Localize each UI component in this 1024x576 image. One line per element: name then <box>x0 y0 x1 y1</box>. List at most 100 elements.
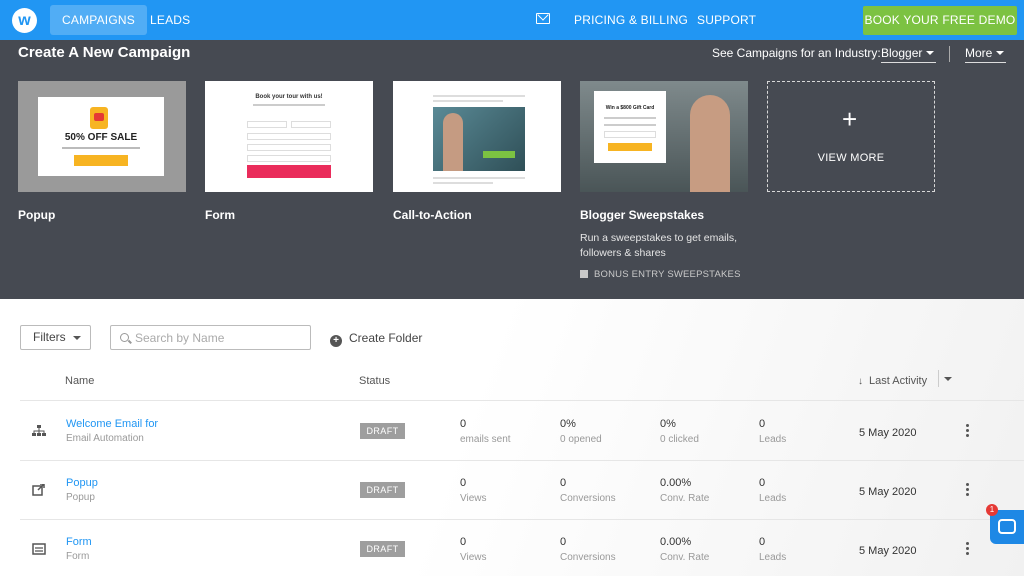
form-preview-title: Book your tour with us! <box>255 94 323 100</box>
template-card-form[interactable]: Book your tour with us! <box>205 81 373 192</box>
form-preview-field <box>247 144 331 151</box>
template-card-sweepstakes[interactable]: Win a $800 Gift Card <box>580 81 748 192</box>
sort-down-icon: ↓ <box>858 376 863 387</box>
divider <box>938 370 939 387</box>
last-activity-date: 5 May 2020 <box>859 545 917 557</box>
column-header-status[interactable]: Status <box>359 375 390 387</box>
template-label-form[interactable]: Form <box>205 208 235 222</box>
create-folder-label: Create Folder <box>349 331 423 345</box>
table-row[interactable]: Form Form DRAFT 0 Views 0 Conversions 0.00… <box>0 519 1024 576</box>
stat-views: 0 Views <box>460 477 487 504</box>
campaign-name-link[interactable]: Popup <box>66 477 98 489</box>
popup-preview-button <box>74 155 128 166</box>
sale-tag-icon <box>90 107 108 129</box>
popup-preview: 50% OFF SALE <box>38 97 164 176</box>
template-label-sweepstakes[interactable]: Blogger Sweepstakes <box>580 208 704 222</box>
book-demo-button[interactable]: BOOK YOUR FREE DEMO <box>863 6 1017 35</box>
logo[interactable]: w <box>12 8 37 33</box>
sitemap-icon <box>32 425 46 437</box>
template-description: Run a sweepstakes to get emails, followe… <box>580 232 737 259</box>
person-image <box>690 95 730 192</box>
column-header-name[interactable]: Name <box>65 375 94 387</box>
mail-icon[interactable] <box>536 13 550 24</box>
preview-line <box>433 100 503 102</box>
nav-leads[interactable]: LEADS <box>150 5 190 35</box>
chevron-down-icon <box>926 51 935 55</box>
industry-dropdown[interactable]: Blogger <box>881 46 937 63</box>
stat-conversions: 0 Conversions <box>560 536 616 563</box>
popup-preview-text: 50% OFF SALE <box>64 132 138 143</box>
table-row[interactable]: Welcome Email for Email Automation DRAFT… <box>0 401 1024 460</box>
stat-views: 0 Views <box>460 536 487 563</box>
table-row[interactable]: Popup Popup DRAFT 0 Views 0 Conversions 0.… <box>0 460 1024 519</box>
campaign-name-link[interactable]: Form <box>66 536 92 548</box>
plus-icon: + <box>842 104 858 134</box>
form-icon <box>32 543 46 555</box>
nav-pricing-billing[interactable]: PRICING & BILLING <box>574 5 688 35</box>
status-badge: DRAFT <box>360 541 405 557</box>
preview-line <box>433 182 493 184</box>
stat-opened: 0% 0 opened <box>560 418 602 445</box>
more-options-icon[interactable] <box>966 542 970 556</box>
industry-label: See Campaigns for an Industry: <box>712 46 881 60</box>
external-link-icon <box>32 483 46 496</box>
stat-conv-rate: 0.00% Conv. Rate <box>660 477 710 504</box>
top-navigation: w CAMPAIGNS LEADS PRICING & BILLING SUPP… <box>0 0 1024 40</box>
last-activity-date: 5 May 2020 <box>859 427 917 439</box>
status-badge: DRAFT <box>360 423 405 439</box>
create-folder-button[interactable]: + Create Folder <box>330 330 423 347</box>
cta-preview-image <box>433 107 525 171</box>
more-options-icon[interactable] <box>966 424 970 438</box>
more-dropdown[interactable]: More <box>965 46 1007 63</box>
stat-leads: 0 Leads <box>759 418 787 445</box>
template-label-popup[interactable]: Popup <box>18 208 55 222</box>
template-card-popup[interactable]: 50% OFF SALE <box>18 81 186 192</box>
form-preview-field <box>247 121 287 128</box>
person-image <box>443 113 463 171</box>
form-preview-field <box>247 133 331 140</box>
industry-value: Blogger <box>881 46 923 60</box>
preview-line <box>604 124 656 126</box>
cta-preview-button <box>483 151 515 158</box>
sweepstakes-preview-button <box>608 143 652 151</box>
form-preview-button <box>247 165 331 178</box>
last-activity-date: 5 May 2020 <box>859 486 917 498</box>
chat-icon <box>998 519 1016 534</box>
view-more-label: VIEW MORE <box>817 152 885 164</box>
plus-circle-icon: + <box>330 335 342 347</box>
search-box[interactable] <box>110 325 311 350</box>
view-more-button[interactable]: + VIEW MORE <box>767 81 935 192</box>
divider <box>949 46 950 62</box>
template-label-cta[interactable]: Call-to-Action <box>393 208 472 222</box>
preview-line <box>253 104 325 106</box>
search-icon <box>120 333 129 342</box>
template-card-cta[interactable] <box>393 81 561 192</box>
stat-leads: 0 Leads <box>759 536 787 563</box>
nav-support[interactable]: SUPPORT <box>697 5 756 35</box>
nav-campaigns[interactable]: CAMPAIGNS <box>50 5 147 35</box>
status-badge: DRAFT <box>360 482 405 498</box>
more-label: More <box>965 46 993 60</box>
stat-clicked: 0% 0 clicked <box>660 418 699 445</box>
preview-line <box>604 117 656 119</box>
sweepstakes-preview: Win a $800 Gift Card <box>594 91 666 163</box>
preview-line <box>433 177 525 179</box>
sweepstakes-preview-title: Win a $800 Gift Card <box>605 105 655 111</box>
stat-emails-sent: 0 emails sent <box>460 418 511 445</box>
create-campaign-section: Create A New Campaign See Campaigns for … <box>0 40 1024 299</box>
notification-badge: 1 <box>986 504 998 516</box>
stat-conversions: 0 Conversions <box>560 477 616 504</box>
preview-line <box>62 147 140 149</box>
bonus-entry-label: BONUS ENTRY SWEEPSTAKES <box>580 269 741 280</box>
chevron-down-icon[interactable] <box>944 377 952 381</box>
section-title: Create A New Campaign <box>18 44 191 61</box>
filters-dropdown[interactable]: Filters <box>20 325 91 350</box>
campaign-type: Email Automation <box>66 433 144 444</box>
preview-line <box>433 95 525 97</box>
stat-leads: 0 Leads <box>759 477 787 504</box>
column-header-last-activity[interactable]: ↓ Last Activity <box>858 375 927 387</box>
more-options-icon[interactable] <box>966 483 970 497</box>
form-preview-field <box>291 121 331 128</box>
campaign-name-link[interactable]: Welcome Email for <box>66 418 158 430</box>
search-input[interactable] <box>135 328 305 347</box>
